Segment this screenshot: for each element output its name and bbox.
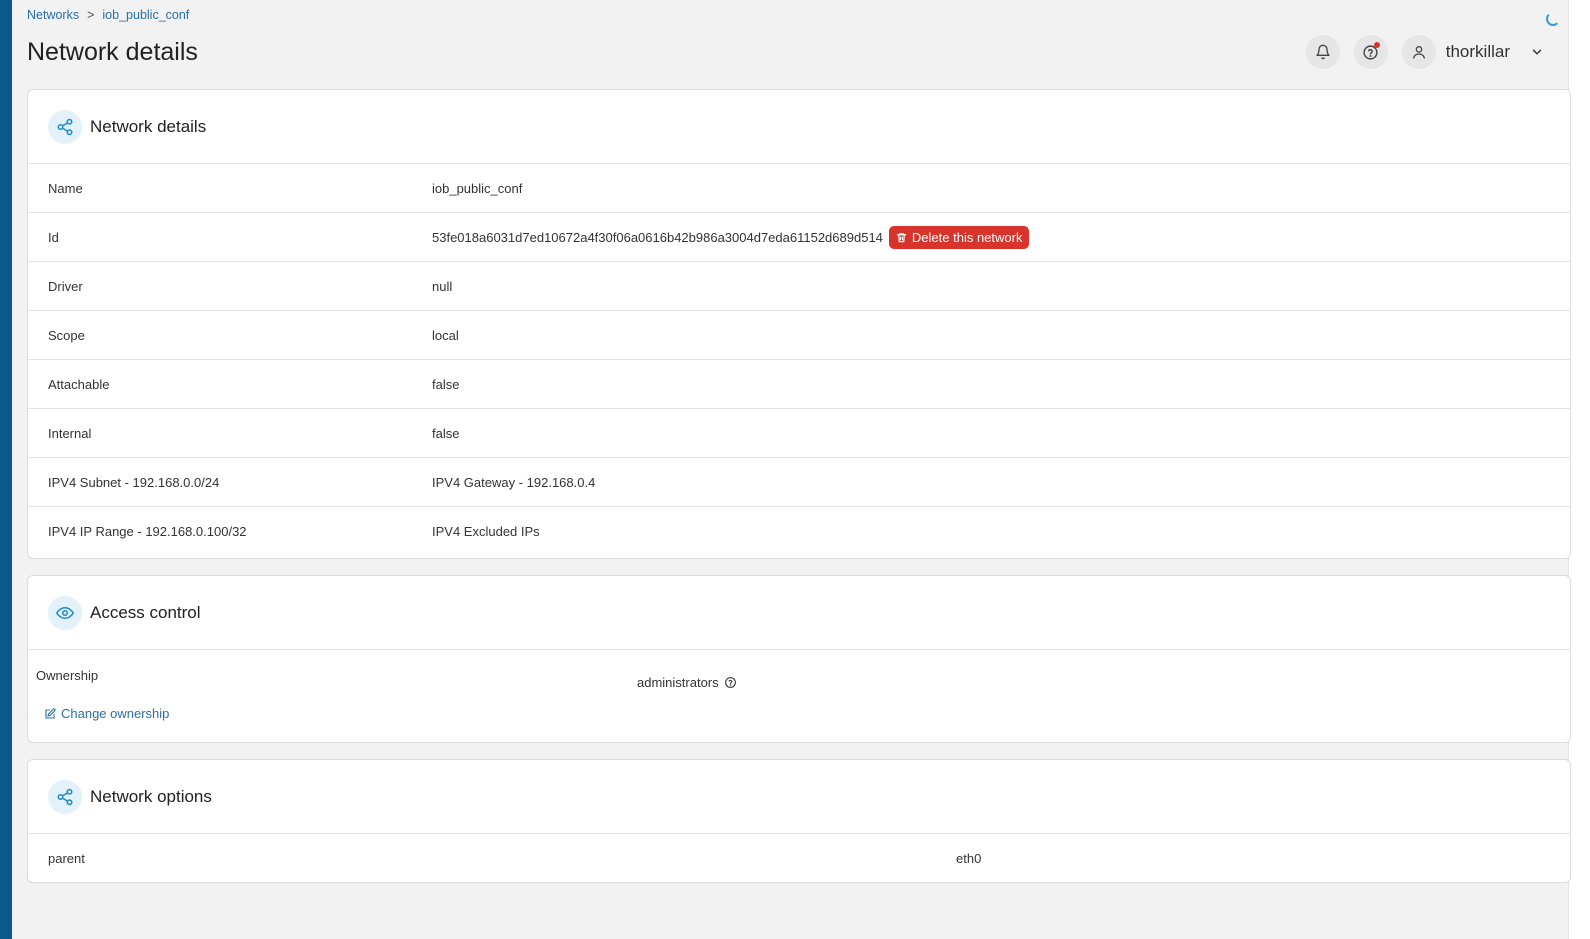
card-title: Network options [90, 786, 212, 806]
row-value: null [432, 278, 453, 294]
row-value: false [432, 376, 460, 392]
row-key: Scope [48, 327, 85, 343]
help-circle-icon[interactable] [724, 676, 737, 689]
ownership-row: Ownership administrators [28, 650, 1570, 696]
card-title: Access control [90, 602, 201, 622]
breadcrumb: Networks > iob_public_conf [27, 8, 189, 22]
table-row: Attachable false [28, 360, 1570, 409]
breadcrumb-networks-link[interactable]: Networks [27, 8, 79, 22]
row-value: IPV4 Excluded IPs [432, 524, 540, 539]
card-header: Access control [28, 576, 1570, 650]
user-icon [1412, 46, 1425, 59]
table-row: IPV4 IP Range - 192.168.0.100/32 IPV4 Exc… [28, 507, 1570, 556]
share-icon [48, 779, 82, 814]
help-button[interactable] [1353, 35, 1388, 69]
edit-icon [45, 707, 56, 719]
delete-network-button[interactable]: Delete this network [888, 225, 1030, 249]
notifications-button[interactable] [1305, 35, 1340, 69]
row-key: IPV4 Subnet - 192.168.0.0/24 [48, 474, 220, 490]
table-row: Id 53fe018a6031d7ed10672a4f30f06a0616b42b… [28, 213, 1570, 262]
card-header: Network details [28, 90, 1570, 164]
row-value: iob_public_conf [432, 180, 523, 196]
trash-icon [896, 232, 907, 242]
eye-icon [48, 595, 82, 630]
option-key: parent [48, 851, 85, 866]
sidebar-edge [0, 0, 12, 939]
avatar [1401, 35, 1436, 69]
option-value: eth0 [956, 851, 982, 866]
card-header: Network options [28, 760, 1570, 834]
bell-icon [1316, 44, 1330, 60]
change-ownership-link[interactable]: Change ownership [28, 696, 1570, 721]
table-row: Internal false [28, 409, 1570, 458]
ownership-label: Ownership [36, 668, 99, 683]
header-actions: thorkillar [1305, 35, 1544, 69]
scrollbar[interactable] [1568, 0, 1590, 939]
ownership-value: administrators [637, 674, 719, 690]
network-options-card: Network options parent eth0 [27, 759, 1571, 883]
change-ownership-label: Change ownership [61, 706, 170, 721]
access-control-card: Access control Ownership administrators … [27, 575, 1571, 743]
breadcrumb-separator: > [87, 8, 95, 22]
breadcrumb-current[interactable]: iob_public_conf [102, 8, 189, 22]
table-row: IPV4 Subnet - 192.168.0.0/24 IPV4 Gateway… [28, 458, 1570, 507]
row-key: IPV4 IP Range - 192.168.0.100/32 [48, 524, 247, 539]
row-key: Internal [48, 425, 92, 441]
row-key: Id [48, 229, 59, 245]
row-value: false [432, 425, 460, 441]
card-title: Network details [90, 116, 207, 136]
row-key: Driver [48, 278, 83, 294]
table-row: Name iob_public_conf [28, 164, 1570, 213]
loading-spinner-icon [1546, 12, 1560, 26]
network-details-card: Network details Name iob_public_conf Id 53… [27, 89, 1571, 559]
row-value: local [432, 327, 459, 343]
page-title: Network details [27, 38, 198, 66]
network-id-value: 53fe018a6031d7ed10672a4f30f06a0616b42b98… [432, 229, 883, 245]
share-icon [48, 109, 82, 144]
delete-network-label: Delete this network [911, 229, 1023, 245]
row-key: Name [48, 180, 83, 196]
table-row: Scope local [28, 311, 1570, 360]
user-menu[interactable]: thorkillar [1401, 35, 1544, 69]
table-row: parent eth0 [28, 834, 1570, 883]
table-row: Driver null [28, 262, 1570, 311]
username: thorkillar [1445, 42, 1510, 61]
chevron-down-icon [1532, 49, 1542, 55]
help-alert-dot-icon [1373, 42, 1380, 48]
row-key: Attachable [48, 376, 110, 392]
row-value: IPV4 Gateway - 192.168.0.4 [432, 474, 596, 490]
